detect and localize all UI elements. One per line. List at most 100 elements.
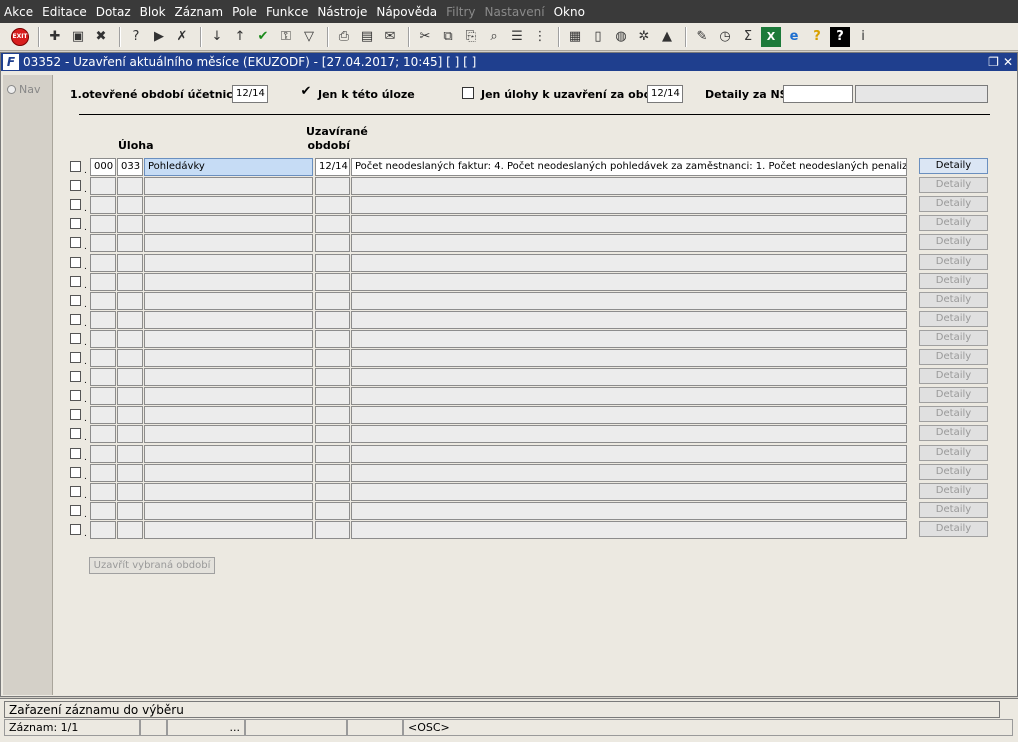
cell-code1[interactable] bbox=[90, 234, 116, 252]
cell-info[interactable] bbox=[351, 406, 907, 424]
details-button[interactable]: Detaily bbox=[919, 387, 988, 403]
only-closing-checkbox[interactable] bbox=[462, 87, 474, 99]
sum-icon[interactable]: Σ bbox=[738, 27, 758, 47]
row-select-checkbox[interactable] bbox=[70, 524, 81, 535]
cell-code1[interactable] bbox=[90, 292, 116, 310]
details-button[interactable]: Detaily bbox=[919, 234, 988, 250]
cell-period[interactable] bbox=[315, 425, 350, 443]
cell-info[interactable] bbox=[351, 177, 907, 195]
details-button[interactable]: Detaily bbox=[919, 521, 988, 537]
cell-info[interactable] bbox=[351, 387, 907, 405]
only-task-checkbox[interactable]: ✔ bbox=[300, 85, 312, 99]
save-icon[interactable]: ▣ bbox=[68, 27, 88, 47]
cell-code2[interactable] bbox=[117, 464, 143, 482]
cell-task[interactable]: Pohledávky bbox=[144, 158, 313, 176]
cell-task[interactable] bbox=[144, 368, 313, 386]
details-button[interactable]: Detaily bbox=[919, 177, 988, 193]
exit-icon[interactable]: EXIT bbox=[10, 27, 30, 47]
cell-code1[interactable] bbox=[90, 387, 116, 405]
cell-code2[interactable] bbox=[117, 425, 143, 443]
search-icon[interactable]: ⌕ bbox=[484, 27, 504, 47]
cell-code1[interactable] bbox=[90, 425, 116, 443]
cell-code2[interactable] bbox=[117, 292, 143, 310]
cell-code1[interactable] bbox=[90, 368, 116, 386]
globe-icon[interactable]: ◍ bbox=[611, 27, 631, 47]
sort-desc-icon[interactable]: ↑ bbox=[230, 27, 250, 47]
clock-icon[interactable]: ◷ bbox=[715, 27, 735, 47]
cell-period[interactable] bbox=[315, 387, 350, 405]
cell-info[interactable]: Počet neodeslaných faktur: 4. Počet neod… bbox=[351, 158, 907, 176]
cell-code1[interactable] bbox=[90, 349, 116, 367]
details-button[interactable]: Detaily bbox=[919, 215, 988, 231]
nav-radio[interactable]: Nav bbox=[7, 83, 48, 96]
details-button[interactable]: Detaily bbox=[919, 311, 988, 327]
period-field[interactable]: 12/14 bbox=[232, 85, 268, 103]
close-selected-button[interactable]: Uzavřít vybraná období bbox=[89, 557, 215, 574]
copy-icon[interactable]: ⧉ bbox=[438, 27, 458, 47]
excel-icon[interactable]: X bbox=[761, 26, 781, 47]
print-icon[interactable]: ⎙ bbox=[334, 27, 354, 47]
details-button[interactable]: Detaily bbox=[919, 273, 988, 289]
menu-item[interactable]: Nápověda bbox=[376, 5, 437, 19]
cell-task[interactable] bbox=[144, 292, 313, 310]
paste-icon[interactable]: ⎘ bbox=[461, 27, 481, 47]
row-select-checkbox[interactable] bbox=[70, 257, 81, 268]
cell-info[interactable] bbox=[351, 330, 907, 348]
cell-period[interactable] bbox=[315, 330, 350, 348]
row-select-checkbox[interactable] bbox=[70, 428, 81, 439]
chart-icon[interactable]: ▲ bbox=[657, 27, 677, 47]
details-button[interactable]: Detaily bbox=[919, 158, 988, 174]
cell-period[interactable] bbox=[315, 234, 350, 252]
clipboard-icon[interactable]: ▦ bbox=[565, 27, 585, 47]
cell-period[interactable] bbox=[315, 368, 350, 386]
details-button[interactable]: Detaily bbox=[919, 368, 988, 384]
cell-info[interactable] bbox=[351, 292, 907, 310]
cell-code1[interactable] bbox=[90, 483, 116, 501]
cell-code2[interactable] bbox=[117, 273, 143, 291]
row-select-checkbox[interactable] bbox=[70, 409, 81, 420]
query-execute-icon[interactable]: ▶ bbox=[149, 27, 169, 47]
ie-icon[interactable]: e bbox=[784, 27, 804, 47]
edit-icon[interactable]: ✎ bbox=[692, 27, 712, 47]
cell-task[interactable] bbox=[144, 406, 313, 424]
row-select-checkbox[interactable] bbox=[70, 333, 81, 344]
cell-info[interactable] bbox=[351, 234, 907, 252]
cell-info[interactable] bbox=[351, 254, 907, 272]
document-icon[interactable]: ▯ bbox=[588, 27, 608, 47]
filter-icon[interactable]: ▽ bbox=[299, 27, 319, 47]
sort-asc-icon[interactable]: ↓ bbox=[207, 27, 227, 47]
cell-info[interactable] bbox=[351, 445, 907, 463]
row-select-checkbox[interactable] bbox=[70, 314, 81, 325]
cell-code2[interactable] bbox=[117, 387, 143, 405]
cell-info[interactable] bbox=[351, 196, 907, 214]
query-cancel-icon[interactable]: ✗ bbox=[172, 27, 192, 47]
cell-task[interactable] bbox=[144, 234, 313, 252]
cell-code2[interactable] bbox=[117, 311, 143, 329]
menu-item[interactable]: Pole bbox=[232, 5, 257, 19]
cell-code2[interactable] bbox=[117, 406, 143, 424]
cell-task[interactable] bbox=[144, 254, 313, 272]
cell-code2[interactable] bbox=[117, 445, 143, 463]
cell-code2[interactable] bbox=[117, 196, 143, 214]
cell-period[interactable] bbox=[315, 215, 350, 233]
menu-item[interactable]: Dotaz bbox=[96, 5, 131, 19]
cell-period[interactable]: 12/14 bbox=[315, 158, 350, 176]
details-button[interactable]: Detaily bbox=[919, 292, 988, 308]
row-select-checkbox[interactable] bbox=[70, 199, 81, 210]
menu-item[interactable]: Blok bbox=[140, 5, 166, 19]
cell-code2[interactable]: 033 bbox=[117, 158, 143, 176]
row-select-checkbox[interactable] bbox=[70, 505, 81, 516]
cell-task[interactable] bbox=[144, 349, 313, 367]
menu-item[interactable]: Okno bbox=[554, 5, 585, 19]
row-select-checkbox[interactable] bbox=[70, 218, 81, 229]
cell-info[interactable] bbox=[351, 502, 907, 520]
cell-code2[interactable] bbox=[117, 254, 143, 272]
row-select-checkbox[interactable] bbox=[70, 352, 81, 363]
tree-icon[interactable]: ⋮ bbox=[530, 27, 550, 47]
cell-code1[interactable] bbox=[90, 196, 116, 214]
row-select-checkbox[interactable] bbox=[70, 295, 81, 306]
cell-task[interactable] bbox=[144, 464, 313, 482]
details-button[interactable]: Detaily bbox=[919, 483, 988, 499]
cell-code1[interactable] bbox=[90, 502, 116, 520]
cell-period[interactable] bbox=[315, 292, 350, 310]
